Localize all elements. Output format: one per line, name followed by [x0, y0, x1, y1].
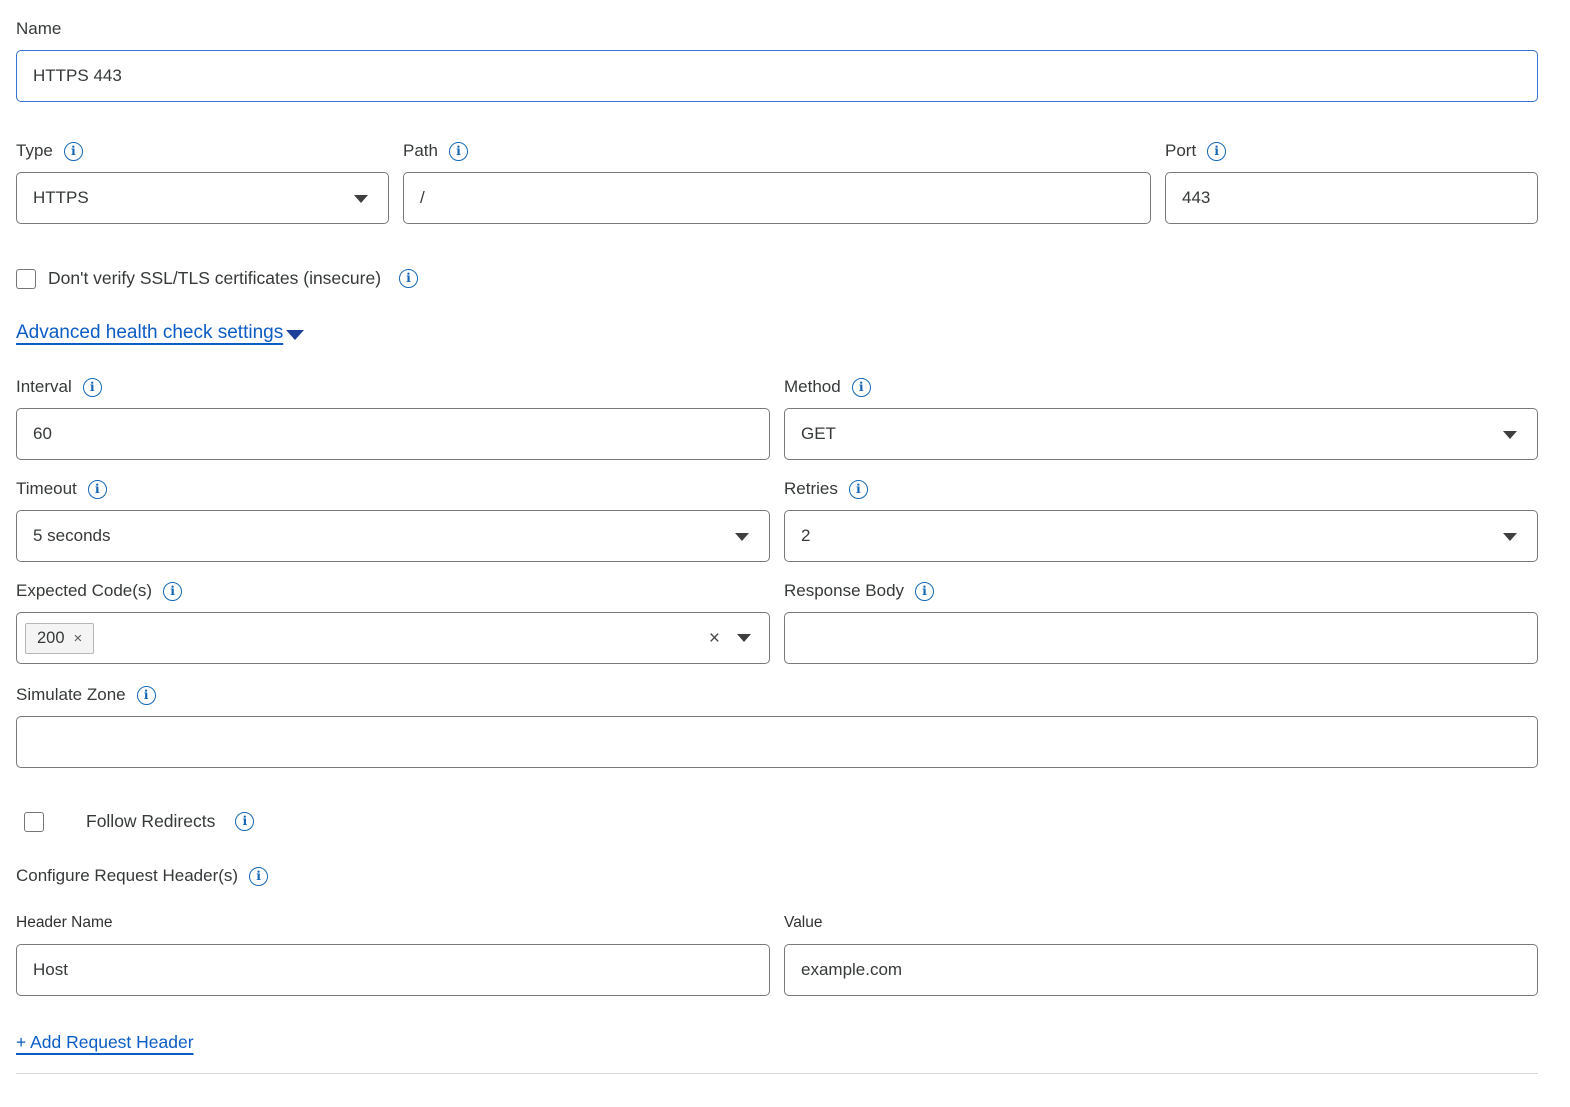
- follow-redirects-checkbox[interactable]: [24, 812, 44, 832]
- retries-info-icon[interactable]: i: [849, 480, 868, 499]
- advanced-settings-link[interactable]: Advanced health check settings: [16, 322, 283, 344]
- expected-codes-info-icon[interactable]: i: [163, 582, 182, 601]
- ssl-verify-checkbox[interactable]: [16, 269, 36, 289]
- timeout-info-icon[interactable]: i: [88, 480, 107, 499]
- type-info-icon[interactable]: i: [64, 142, 83, 161]
- ssl-verify-label: Don't verify SSL/TLS certificates (insec…: [48, 268, 381, 289]
- request-headers-info-icon[interactable]: i: [249, 867, 268, 886]
- method-select[interactable]: GET: [784, 408, 1538, 460]
- response-body-label: Response Body i: [784, 580, 934, 602]
- chevron-down-icon[interactable]: [737, 634, 751, 642]
- expected-code-tag: 200 ×: [25, 623, 94, 654]
- method-label: Method i: [784, 376, 871, 398]
- response-body-input[interactable]: [784, 612, 1538, 664]
- chevron-down-icon: [1503, 431, 1517, 439]
- follow-redirects-label: Follow Redirects: [86, 811, 215, 832]
- advanced-settings-caret-icon: [286, 330, 304, 340]
- path-input[interactable]: [403, 172, 1151, 224]
- follow-redirects-row: Follow Redirects i: [16, 811, 1538, 832]
- port-label: Port i: [1165, 140, 1226, 162]
- chevron-down-icon: [735, 533, 749, 541]
- retries-label: Retries i: [784, 478, 868, 500]
- tag-remove-icon[interactable]: ×: [74, 631, 83, 646]
- clear-all-icon[interactable]: ×: [709, 629, 720, 648]
- bottom-divider: [16, 1073, 1538, 1074]
- chevron-down-icon: [1503, 533, 1517, 541]
- header-name-input[interactable]: [16, 944, 770, 996]
- interval-input[interactable]: [16, 408, 770, 460]
- ssl-verify-info-icon[interactable]: i: [399, 269, 418, 288]
- header-value-input[interactable]: [784, 944, 1538, 996]
- name-input[interactable]: [16, 50, 1538, 102]
- simulate-zone-info-icon[interactable]: i: [137, 686, 156, 705]
- ssl-verify-row: Don't verify SSL/TLS certificates (insec…: [16, 268, 1538, 289]
- port-input[interactable]: [1165, 172, 1538, 224]
- expected-codes-multiselect[interactable]: 200 × ×: [16, 612, 770, 664]
- retries-select[interactable]: 2: [784, 510, 1538, 562]
- timeout-select[interactable]: 5 seconds: [16, 510, 770, 562]
- interval-info-icon[interactable]: i: [83, 378, 102, 397]
- simulate-zone-label: Simulate Zone i: [16, 684, 156, 706]
- response-body-info-icon[interactable]: i: [915, 582, 934, 601]
- header-value-label: Value: [784, 914, 1538, 932]
- header-name-label: Header Name: [16, 914, 770, 932]
- name-label: Name: [16, 18, 61, 40]
- interval-label: Interval i: [16, 376, 102, 398]
- type-label: Type i: [16, 140, 83, 162]
- follow-redirects-info-icon[interactable]: i: [235, 812, 254, 831]
- request-headers-section-label: Configure Request Header(s) i: [16, 865, 268, 887]
- health-check-form: Name Type i HTTPS Path i Port i: [0, 0, 1562, 1094]
- expected-codes-label: Expected Code(s) i: [16, 580, 182, 602]
- add-request-header-link[interactable]: + Add Request Header: [16, 1032, 194, 1052]
- chevron-down-icon: [354, 195, 368, 203]
- path-label: Path i: [403, 140, 468, 162]
- port-info-icon[interactable]: i: [1207, 142, 1226, 161]
- path-info-icon[interactable]: i: [449, 142, 468, 161]
- method-info-icon[interactable]: i: [852, 378, 871, 397]
- simulate-zone-input[interactable]: [16, 716, 1538, 768]
- timeout-label: Timeout i: [16, 478, 107, 500]
- type-select[interactable]: HTTPS: [16, 172, 389, 224]
